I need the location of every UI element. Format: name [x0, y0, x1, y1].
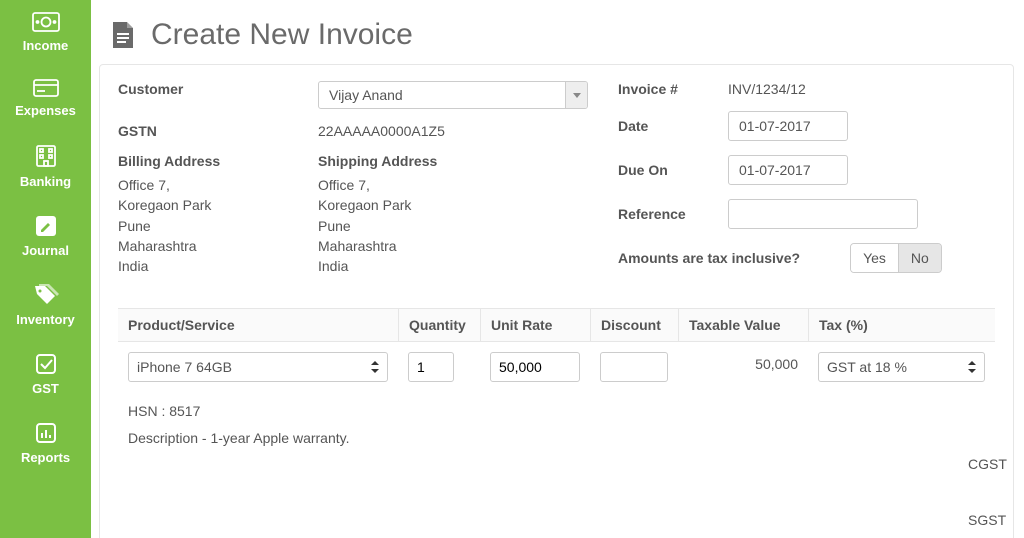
- customer-select[interactable]: Vijay Anand: [318, 81, 588, 109]
- shipping-title: Shipping Address: [318, 153, 518, 169]
- yes-button[interactable]: Yes: [851, 244, 898, 272]
- taxable-value: 50,000: [678, 342, 808, 392]
- sidebar: Income Expenses Banking Journal Inventor…: [0, 0, 91, 538]
- th-taxable: Taxable Value: [678, 309, 808, 341]
- date-label: Date: [618, 118, 728, 134]
- no-button[interactable]: No: [898, 244, 941, 272]
- th-discount: Discount: [590, 309, 678, 341]
- sidebar-item-label: Reports: [21, 450, 70, 465]
- card-icon: [33, 79, 59, 97]
- invoice-form: Customer Vijay Anand Invoice # INV/1234/…: [99, 64, 1014, 538]
- table-row: iPhone 7 64GB 50,000 GST at 18 %: [118, 342, 995, 392]
- tax-inclusive-toggle: Yes No: [850, 243, 942, 273]
- sidebar-item-label: Expenses: [15, 103, 76, 118]
- updown-icon: [371, 361, 379, 373]
- hsn-text: HSN : 8517: [128, 398, 985, 425]
- th-rate: Unit Rate: [480, 309, 590, 341]
- discount-input[interactable]: [600, 352, 668, 382]
- sidebar-item-label: Inventory: [16, 312, 75, 327]
- sidebar-item-label: GST: [32, 381, 59, 396]
- sidebar-item-label: Income: [23, 38, 69, 53]
- th-tax: Tax (%): [808, 309, 995, 341]
- sidebar-item-inventory[interactable]: Inventory: [0, 272, 91, 341]
- rate-input[interactable]: [490, 352, 580, 382]
- line-meta: HSN : 8517 Description - 1-year Apple wa…: [118, 392, 995, 451]
- billing-address: Billing Address Office 7, Koregaon Park …: [118, 153, 318, 276]
- invoice-num-label: Invoice #: [618, 81, 728, 97]
- reference-input[interactable]: [728, 199, 918, 229]
- product-select[interactable]: iPhone 7 64GB: [128, 352, 388, 382]
- tags-icon: [33, 284, 59, 306]
- sidebar-item-journal[interactable]: Journal: [0, 203, 91, 272]
- gstn-value: 22AAAAA0000A1Z5: [318, 123, 618, 139]
- sidebar-item-reports[interactable]: Reports: [0, 410, 91, 479]
- dueon-input[interactable]: [728, 155, 848, 185]
- tax-inclusive-label: Amounts are tax inclusive?: [618, 250, 800, 266]
- billing-title: Billing Address: [118, 153, 318, 169]
- sidebar-item-banking[interactable]: Banking: [0, 132, 91, 203]
- line-items-table: Product/Service Quantity Unit Rate Disco…: [118, 308, 995, 538]
- bank-icon: [35, 144, 57, 168]
- tax-value: GST at 18 %: [827, 359, 907, 375]
- cgst-label: CGST: [968, 456, 1007, 504]
- page-title: Create New Invoice: [151, 18, 413, 52]
- page-header: Create New Invoice: [91, 0, 1024, 64]
- pencil-icon: [35, 215, 57, 237]
- chart-icon: [35, 422, 57, 444]
- product-value: iPhone 7 64GB: [137, 359, 232, 375]
- sgst-label: SGST: [968, 512, 1006, 538]
- check-icon: [35, 353, 57, 375]
- reference-label: Reference: [618, 206, 728, 222]
- sidebar-item-label: Banking: [20, 174, 71, 189]
- chevron-down-icon: [565, 82, 587, 108]
- updown-icon: [968, 361, 976, 373]
- description-text: Description - 1-year Apple warranty.: [128, 425, 985, 452]
- th-qty: Quantity: [398, 309, 480, 341]
- sidebar-item-label: Journal: [22, 243, 69, 258]
- date-input[interactable]: [728, 111, 848, 141]
- tax-select[interactable]: GST at 18 %: [818, 352, 985, 382]
- invoice-num-value: INV/1234/12: [728, 81, 995, 97]
- dueon-label: Due On: [618, 162, 728, 178]
- sidebar-item-income[interactable]: Income: [0, 0, 91, 67]
- main: Create New Invoice Customer Vijay Anand …: [91, 0, 1024, 538]
- document-icon: [109, 20, 137, 50]
- quantity-input[interactable]: [408, 352, 454, 382]
- sidebar-item-gst[interactable]: GST: [0, 341, 91, 410]
- sidebar-item-expenses[interactable]: Expenses: [0, 67, 91, 132]
- shipping-address: Shipping Address Office 7, Koregaon Park…: [318, 153, 518, 276]
- th-product: Product/Service: [118, 309, 398, 341]
- tax-breakdown: CGST 9% (Rs 4,500) SGST 9% (Rs 4,500) IG…: [118, 456, 995, 538]
- cash-icon: [32, 12, 60, 32]
- customer-value: Vijay Anand: [319, 87, 565, 103]
- customer-label: Customer: [118, 81, 318, 97]
- gstn-label: GSTN: [118, 123, 318, 139]
